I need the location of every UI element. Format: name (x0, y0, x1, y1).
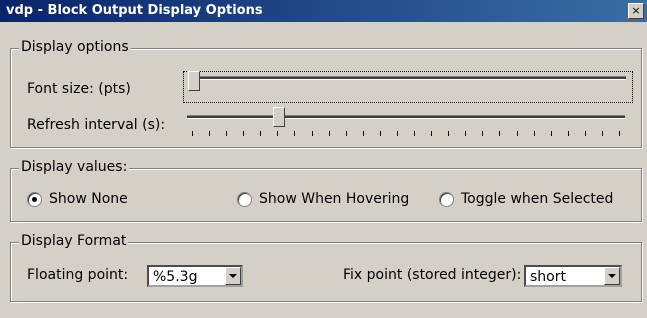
font-size-thumb[interactable] (188, 71, 200, 91)
slider-tick (379, 131, 381, 136)
slider-tick (396, 131, 398, 136)
refresh-interval-thumb[interactable] (272, 107, 285, 127)
slider-tick (465, 131, 467, 136)
slider-tick (243, 131, 245, 136)
fix-point-label: Fix point (stored integer): (343, 267, 522, 283)
refresh-interval-slider[interactable] (183, 107, 631, 143)
fix-point-select[interactable]: short (524, 265, 622, 287)
display-values-group: Display values: Show None Show When Hove… (10, 159, 642, 222)
slider-tick (414, 131, 416, 136)
slider-tick (567, 131, 569, 136)
radio-button[interactable] (27, 192, 42, 207)
slider-tick (345, 131, 347, 136)
close-icon[interactable]: × (628, 3, 644, 19)
slider-tick (601, 131, 603, 136)
radio-label: Show None (49, 191, 128, 207)
slider-tick (448, 131, 450, 136)
slider-tick (619, 131, 620, 136)
slider-tick (584, 131, 586, 136)
refresh-interval-label: Refresh interval (s): (27, 117, 166, 133)
slider-tick (362, 131, 364, 136)
radio-label: Toggle when Selected (461, 191, 614, 207)
radio-button[interactable] (237, 192, 252, 207)
slider-tick (294, 131, 296, 136)
radio-label: Show When Hovering (259, 191, 410, 207)
window-title: vdp - Block Output Display Options (6, 3, 263, 18)
slider-tick (260, 131, 262, 136)
radio-button[interactable] (439, 192, 454, 207)
display-format-group: Display Format Floating point: %5.3g Fix… (10, 233, 642, 302)
slider-tick (226, 131, 228, 136)
floating-point-label: Floating point: (27, 267, 129, 283)
display-options-group: Display options Font size: (pts) Refresh… (10, 39, 642, 148)
title-bar: vdp - Block Output Display Options × (0, 0, 647, 22)
slider-tick (328, 131, 330, 136)
slider-tick (431, 131, 433, 136)
dropdown-button[interactable] (225, 267, 241, 285)
dropdown-button[interactable] (604, 267, 620, 285)
slider-tick (209, 131, 211, 136)
display-format-legend: Display Format (19, 233, 129, 249)
refresh-interval-ticks (192, 131, 620, 137)
font-size-label: Font size: (pts) (27, 81, 131, 97)
chevron-down-icon (229, 274, 237, 278)
slider-tick (311, 131, 313, 136)
floating-point-select[interactable]: %5.3g (147, 265, 243, 287)
slider-tick (533, 131, 535, 136)
slider-tick (192, 131, 193, 136)
slider-tick (550, 131, 552, 136)
chevron-down-icon (608, 274, 616, 278)
slider-tick (277, 131, 279, 136)
slider-tick (516, 131, 518, 136)
slider-tick (482, 131, 484, 136)
radio-selected-dot (32, 197, 37, 202)
refresh-interval-track (187, 115, 625, 119)
display-options-legend: Display options (19, 39, 131, 55)
font-size-slider[interactable] (183, 71, 633, 103)
font-size-track (188, 76, 626, 80)
fix-point-value: short (530, 269, 566, 285)
slider-tick (499, 131, 501, 136)
floating-point-value: %5.3g (153, 269, 198, 285)
display-values-legend: Display values: (19, 159, 130, 175)
